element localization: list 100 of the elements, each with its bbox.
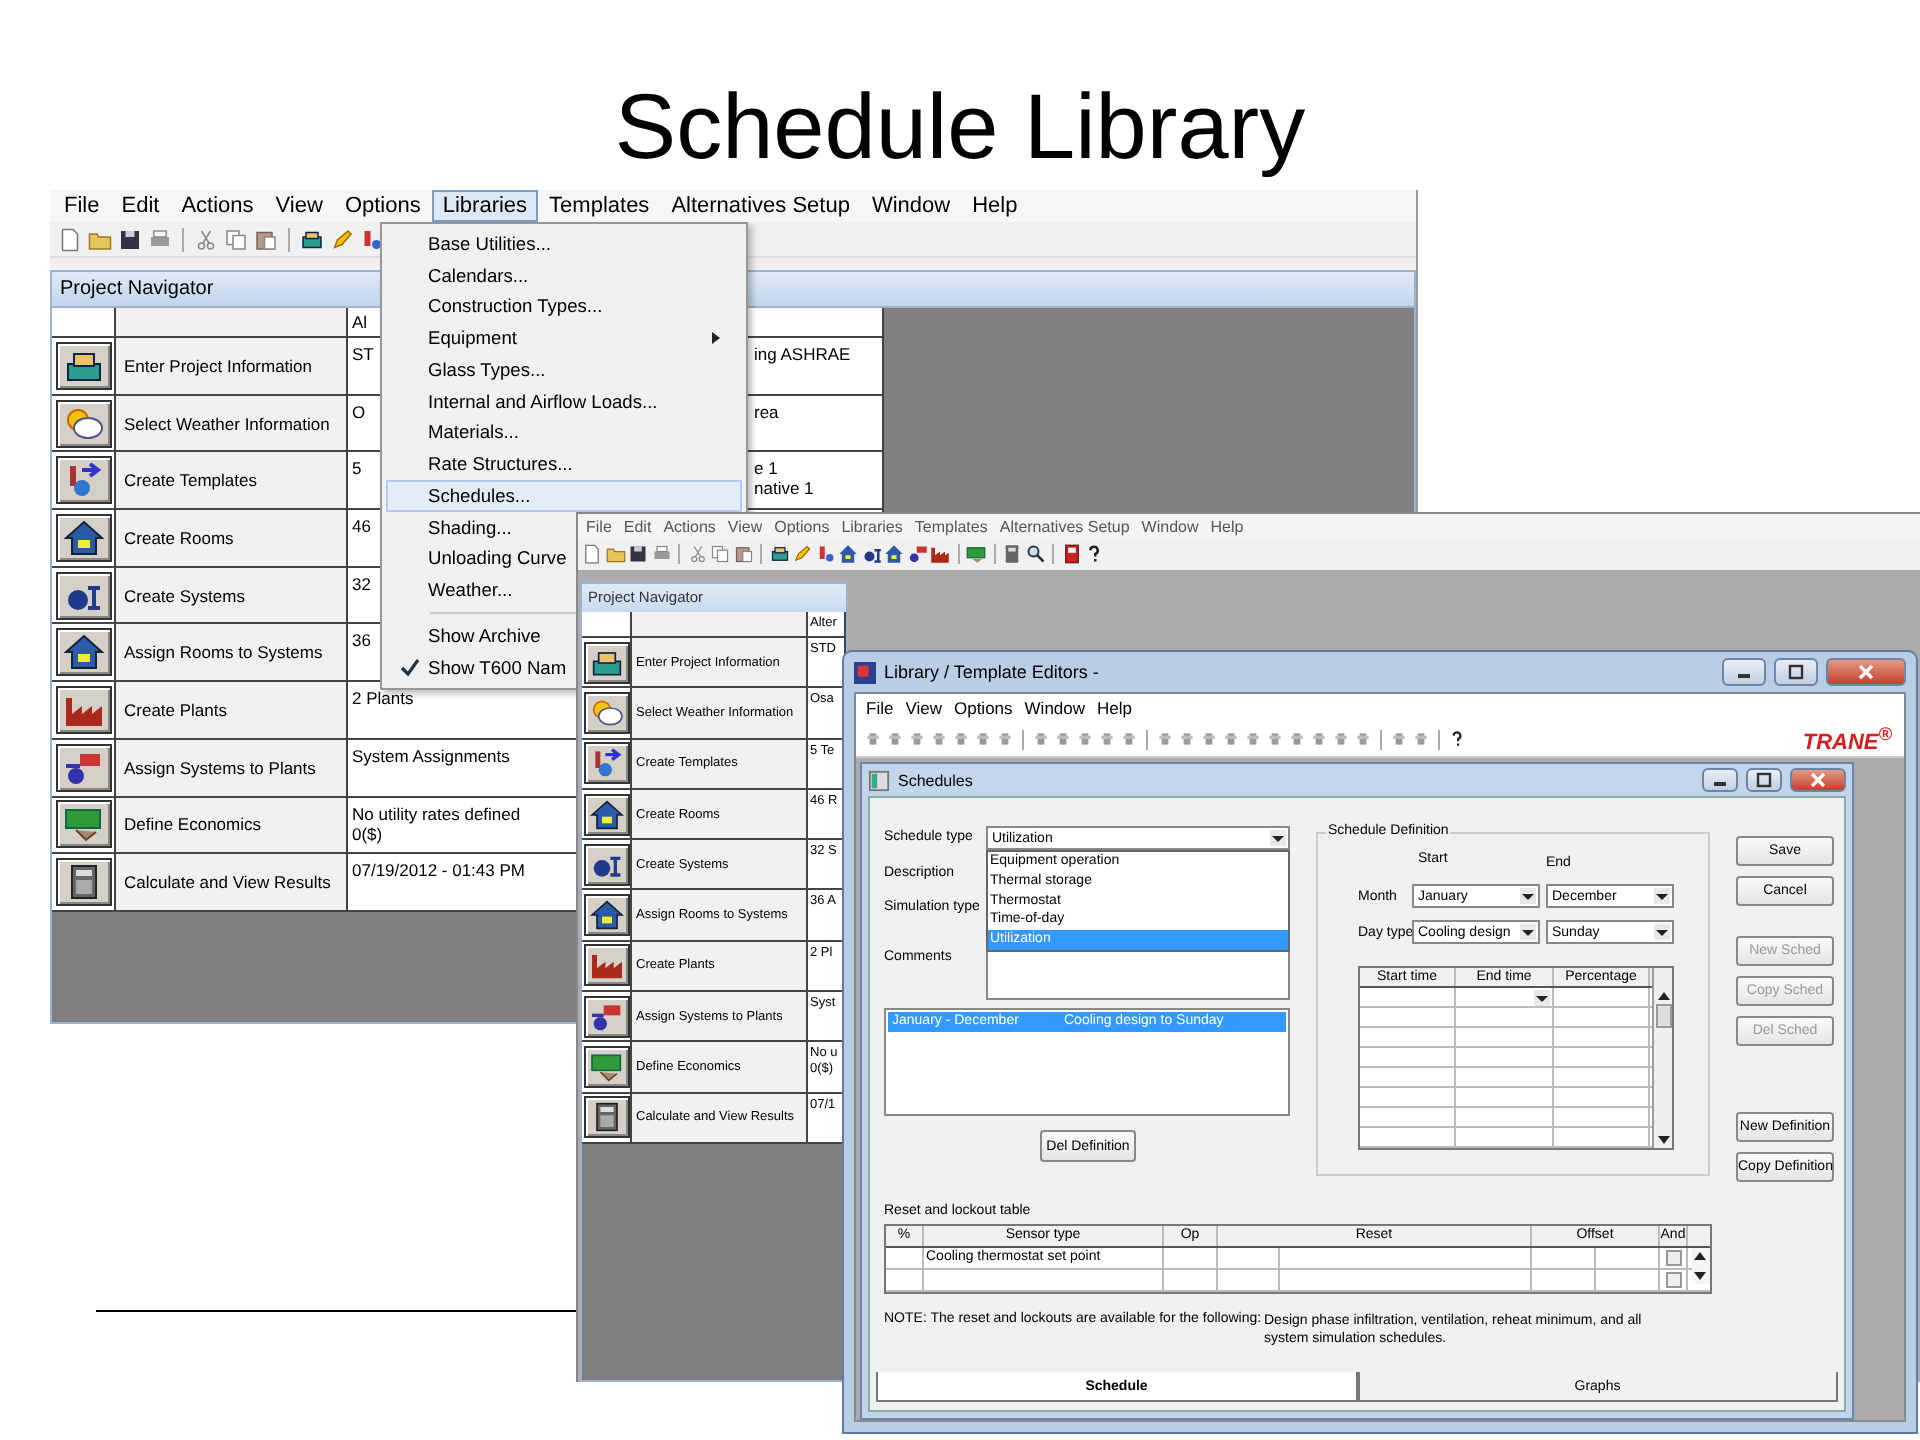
checkbox[interactable] [1665, 1250, 1681, 1266]
folder-icon[interactable] [605, 544, 625, 564]
page-icon[interactable] [58, 227, 82, 251]
navigator-button[interactable] [55, 800, 111, 849]
menu-item[interactable]: Libraries [835, 517, 909, 535]
navigator-button[interactable] [583, 995, 629, 1038]
paste-icon[interactable] [733, 544, 753, 564]
navigator-button[interactable] [583, 1046, 629, 1089]
menu-item[interactable]: View [899, 698, 948, 718]
navigator-button[interactable] [583, 793, 629, 836]
maximize-button[interactable] [1746, 768, 1782, 792]
navigator-button[interactable] [55, 341, 111, 390]
navigator-button[interactable] [55, 743, 111, 792]
navigator-button[interactable] [583, 691, 629, 734]
close-button[interactable] [1790, 768, 1846, 792]
navigator-step[interactable]: Enter Project Information [116, 338, 348, 394]
menu-item[interactable]: Templates [908, 517, 994, 535]
menu-item[interactable]: Actions [171, 190, 264, 222]
menu-item[interactable]: Help [1204, 517, 1250, 535]
menu-item[interactable]: Libraries [432, 190, 538, 222]
house-icon[interactable] [838, 544, 858, 564]
navigator-button[interactable] [583, 641, 629, 684]
scissors-icon[interactable] [194, 227, 218, 251]
menu-item[interactable]: File [54, 190, 110, 222]
help-icon[interactable] [1084, 544, 1104, 564]
menu-item[interactable]: Edit [111, 190, 170, 222]
menu-item[interactable]: View [265, 190, 333, 222]
navigator-button[interactable] [55, 399, 111, 448]
menu-item[interactable]: Options [768, 517, 836, 535]
menu-item[interactable]: Schedules... [386, 480, 742, 512]
navigator-step[interactable]: Create Systems [116, 567, 348, 623]
menu-item[interactable]: Actions [657, 517, 722, 535]
navigator-button[interactable] [583, 944, 629, 987]
copy-icon[interactable] [224, 227, 248, 251]
menu-item[interactable]: Glass Types... [386, 354, 548, 386]
menu-item[interactable]: Window [1018, 698, 1092, 718]
template-icon[interactable] [815, 544, 835, 564]
close-button[interactable] [1826, 658, 1906, 686]
navigator-button[interactable] [583, 1096, 629, 1139]
navigator-button[interactable] [583, 742, 629, 785]
menu-item[interactable]: Window [861, 190, 961, 222]
navigator-step[interactable]: Assign Rooms to Systems [116, 624, 348, 681]
menu-item[interactable]: Window [1135, 517, 1205, 535]
checkbox[interactable] [1665, 1272, 1681, 1288]
calculator-icon[interactable] [1002, 544, 1022, 564]
menu-item[interactable]: Base Utilities... [386, 228, 553, 260]
navigator-step[interactable]: Create Templates [116, 452, 348, 509]
book-icon[interactable] [1061, 544, 1081, 564]
fan-icon[interactable] [861, 544, 881, 564]
menu-item[interactable]: Templates [539, 190, 660, 222]
plant-system-icon[interactable] [907, 544, 927, 564]
menu-item[interactable]: Options [334, 190, 431, 222]
menu-item[interactable]: Alternatives Setup [993, 517, 1136, 535]
menu-item[interactable]: Weather... [386, 574, 515, 606]
menu-item[interactable]: Materials... [386, 417, 521, 449]
menu-item[interactable]: Edit [617, 517, 658, 535]
money-icon[interactable] [966, 544, 986, 564]
navigator-step[interactable]: Assign Systems to Plants [116, 739, 348, 795]
maximize-button[interactable] [1774, 658, 1818, 686]
pencil-icon[interactable] [792, 544, 812, 564]
menu-item[interactable]: Rate Structures... [386, 448, 575, 480]
house-icon[interactable] [884, 544, 904, 564]
navigator-button[interactable] [583, 894, 629, 937]
factory-icon[interactable] [930, 544, 950, 564]
navigator-step[interactable]: Calculate and View Results [116, 854, 348, 910]
menu-item[interactable]: File [860, 698, 900, 718]
navigator-button[interactable] [55, 571, 111, 620]
minimize-button[interactable] [1702, 768, 1738, 792]
scrollbar-thumb[interactable] [1655, 1004, 1671, 1028]
magnifier-icon[interactable] [1025, 544, 1045, 564]
navigator-step[interactable]: Select Weather Information [116, 395, 348, 451]
template-icon[interactable] [360, 227, 384, 251]
menu-item[interactable]: Help [962, 190, 1028, 222]
navigator-button[interactable] [55, 628, 111, 677]
menu-item[interactable]: Internal and Airflow Loads... [386, 385, 660, 417]
folder-icon[interactable] [88, 227, 112, 251]
navigator-button[interactable] [55, 456, 111, 505]
navigator-button[interactable] [55, 858, 111, 907]
minimize-button[interactable] [1722, 658, 1766, 686]
navigator-button[interactable] [55, 513, 111, 562]
navigator-step[interactable]: Define Economics [116, 797, 348, 853]
scrollbar[interactable] [1652, 968, 1672, 1148]
menu-item[interactable]: View [721, 517, 769, 535]
navigator-step[interactable]: Create Rooms [116, 510, 348, 566]
menu-item[interactable]: Unloading Curve [386, 543, 569, 575]
menu-item[interactable]: Equipment [386, 322, 742, 354]
navigator-step[interactable]: Create Plants [116, 682, 348, 738]
menu-item[interactable]: Alternatives Setup [661, 190, 860, 222]
menu-item[interactable]: File [580, 517, 618, 535]
copy-icon[interactable] [710, 544, 730, 564]
scissors-icon[interactable] [687, 544, 707, 564]
menu-item[interactable]: Show T600 Nam [386, 651, 569, 683]
scrollbar[interactable] [1692, 1248, 1710, 1284]
paste-icon[interactable] [254, 227, 278, 251]
help-icon[interactable] [1448, 730, 1466, 748]
menu-item[interactable]: Shading... [386, 511, 514, 543]
menu-item[interactable]: Show Archive [386, 620, 543, 652]
page-icon[interactable] [582, 544, 602, 564]
menu-item[interactable]: Options [947, 698, 1019, 718]
toolbox-icon[interactable] [769, 544, 789, 564]
